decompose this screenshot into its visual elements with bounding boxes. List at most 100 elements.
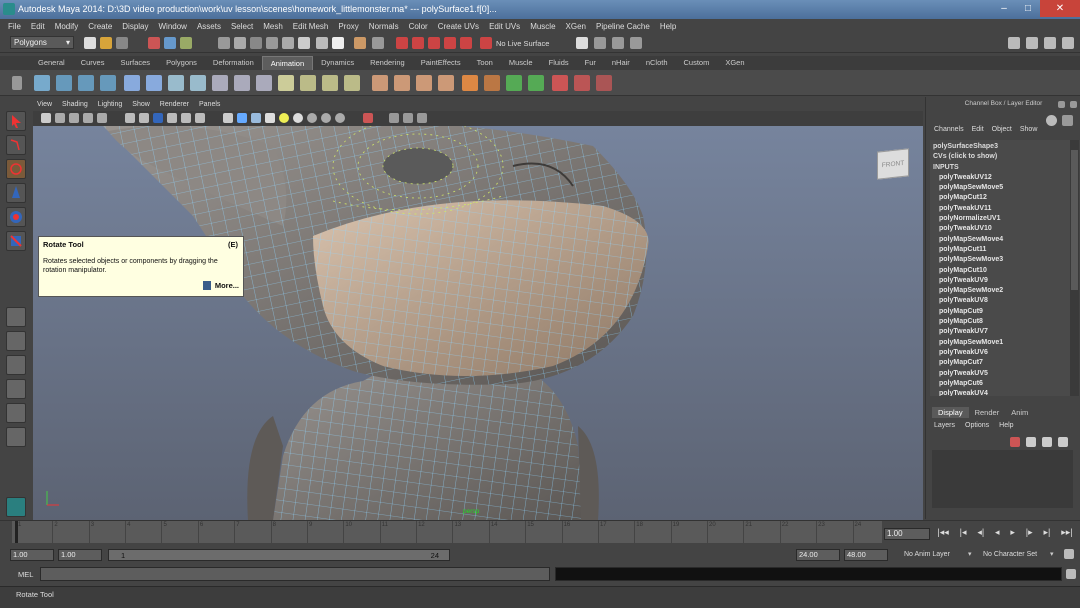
camera-attributes-icon[interactable] — [55, 113, 65, 123]
playback-button[interactable]: ◂ — [995, 527, 1000, 541]
xray-components-icon[interactable] — [417, 113, 427, 123]
smooth-shade-icon[interactable] — [237, 113, 247, 123]
ik-handle-tool-icon[interactable] — [56, 75, 72, 91]
mirror-joint-icon[interactable] — [168, 75, 184, 91]
shelf-tab-custom[interactable]: Custom — [676, 56, 718, 70]
playback-button[interactable]: |◂ — [960, 527, 967, 541]
menu-normals[interactable]: Normals — [369, 22, 399, 31]
new-layer-icon[interactable] — [1010, 437, 1020, 447]
new-empty-layer-icon[interactable] — [1058, 437, 1068, 447]
shelf-tab-curves[interactable]: Curves — [73, 56, 113, 70]
shelf-tab-general[interactable]: General — [30, 56, 73, 70]
minimize-icon[interactable]: – — [992, 0, 1016, 17]
cluster-icon[interactable] — [322, 75, 338, 91]
paint-weights-icon[interactable] — [256, 75, 272, 91]
layer-list-area[interactable] — [932, 450, 1073, 508]
gate-mask-icon[interactable] — [153, 113, 163, 123]
character-icon[interactable] — [146, 75, 162, 91]
shelf-tab-ncloth[interactable]: nCloth — [638, 56, 676, 70]
layer-menu-help[interactable]: Help — [999, 422, 1013, 429]
wireframe-on-shaded-icon[interactable] — [251, 113, 261, 123]
menu-muscle[interactable]: Muscle — [530, 22, 555, 31]
channel-box-menu-show[interactable]: Show — [1020, 126, 1038, 133]
select-component-icon[interactable] — [180, 37, 192, 49]
select-by-misc-icon[interactable] — [332, 37, 344, 49]
shadows-icon[interactable] — [293, 113, 303, 123]
select-object-icon[interactable] — [164, 37, 176, 49]
layer-tab-render[interactable]: Render — [969, 407, 1006, 418]
snap-to-points-icon[interactable] — [428, 37, 440, 49]
select-by-joint-icon[interactable] — [234, 37, 246, 49]
playback-button[interactable]: |▸ — [1026, 527, 1033, 541]
chevron-down-icon[interactable]: ▾ — [1050, 550, 1054, 558]
channel-box-menu-channels[interactable]: Channels — [934, 126, 964, 133]
input-node-item[interactable]: polyMapCut8 — [930, 317, 1070, 327]
close-icon[interactable]: ✕ — [1040, 0, 1080, 17]
snap-to-view-planes-icon[interactable] — [444, 37, 456, 49]
open-scene-icon[interactable] — [100, 37, 112, 49]
playback-start-field[interactable]: 1.00 — [58, 549, 102, 561]
shelf-tab-polygons[interactable]: Polygons — [158, 56, 205, 70]
lattice-icon[interactable] — [300, 75, 316, 91]
persp-outliner-layout-icon[interactable] — [6, 355, 26, 375]
orient-constraint-icon[interactable] — [416, 75, 432, 91]
detach-skin-icon[interactable] — [234, 75, 250, 91]
move-tool-icon[interactable] — [6, 183, 26, 203]
ghost-icon[interactable] — [462, 75, 478, 91]
end-time-field[interactable]: 48.00 — [844, 549, 888, 561]
menu-create[interactable]: Create — [88, 22, 112, 31]
playback-button[interactable]: ▸| — [1044, 527, 1051, 541]
animation-preferences-icon[interactable] — [1064, 549, 1074, 559]
shelf-tab-rendering[interactable]: Rendering — [362, 56, 413, 70]
orient-joint-icon[interactable] — [190, 75, 206, 91]
channel-box-menu-object[interactable]: Object — [992, 126, 1012, 133]
persp-graph-layout-icon[interactable] — [6, 379, 26, 399]
bind-skin-icon[interactable] — [212, 75, 228, 91]
film-gate-icon[interactable] — [125, 113, 135, 123]
menu-file[interactable]: File — [8, 22, 21, 31]
layer-from-selection-icon[interactable] — [1042, 437, 1052, 447]
live-surface-icon[interactable] — [480, 37, 492, 49]
parent-constraint-icon[interactable] — [438, 75, 454, 91]
channel-box-close-icon[interactable] — [1070, 101, 1077, 108]
chevron-down-icon[interactable]: ▾ — [968, 550, 972, 558]
viewport-menu-shading[interactable]: Shading — [62, 99, 88, 111]
shelf-tab-nhair[interactable]: nHair — [604, 56, 638, 70]
anti-aliasing-icon[interactable] — [335, 113, 345, 123]
input-node-item[interactable]: polyTweakUV11 — [930, 204, 1070, 214]
viewport-menu-lighting[interactable]: Lighting — [98, 99, 123, 111]
input-node-item[interactable]: polyMapCut7 — [930, 358, 1070, 368]
field-chart-icon[interactable] — [167, 113, 177, 123]
trax-editor-icon[interactable] — [596, 75, 612, 91]
channel-box-scrollbar[interactable] — [1070, 140, 1079, 396]
skeleton-icon[interactable] — [124, 75, 140, 91]
shelf-tab-deformation[interactable]: Deformation — [205, 56, 262, 70]
playback-button[interactable]: ◂| — [977, 527, 984, 541]
menu-help[interactable]: Help — [660, 22, 676, 31]
layer-tab-display[interactable]: Display — [932, 407, 969, 418]
menu-modify[interactable]: Modify — [55, 22, 79, 31]
motion-blur-icon[interactable] — [321, 113, 331, 123]
new-scene-icon[interactable] — [84, 37, 96, 49]
playback-button[interactable]: |◂◂ — [937, 527, 948, 541]
render-frame-icon[interactable] — [594, 37, 606, 49]
layer-stack-icon[interactable] — [1026, 437, 1036, 447]
input-node-item[interactable]: polyMapSewMove2 — [930, 286, 1070, 296]
menu-proxy[interactable]: Proxy — [338, 22, 358, 31]
current-frame-field[interactable]: 1.00 — [884, 528, 930, 540]
make-live-icon[interactable] — [460, 37, 472, 49]
input-node-item[interactable]: polyMapSewMove3 — [930, 255, 1070, 265]
attribute-editor-toggle-icon[interactable] — [1008, 37, 1020, 49]
xray-joints-icon[interactable] — [403, 113, 413, 123]
command-input[interactable] — [40, 567, 550, 581]
bake-animation-icon[interactable] — [528, 75, 544, 91]
menu-create-uvs[interactable]: Create UVs — [438, 22, 479, 31]
menu-color[interactable]: Color — [409, 22, 428, 31]
lasso-tool-icon[interactable] — [6, 135, 26, 155]
graph-editor-icon[interactable] — [552, 75, 568, 91]
layer-editor-toggle-icon[interactable] — [1062, 37, 1074, 49]
view-cube-front-face[interactable]: FRONT — [877, 148, 909, 180]
start-time-field[interactable]: 1.00 — [10, 549, 54, 561]
input-node-item[interactable]: polyTweakUV10 — [930, 224, 1070, 234]
channel-box-float-icon[interactable] — [1058, 101, 1065, 108]
